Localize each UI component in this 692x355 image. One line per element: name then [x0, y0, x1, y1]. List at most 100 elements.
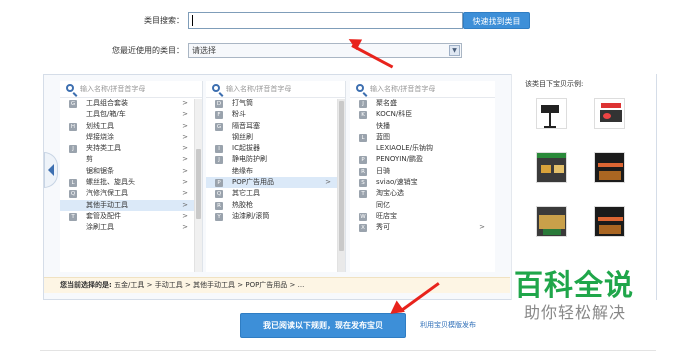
recent-category-select[interactable]: 请选择 ▼ — [188, 43, 462, 58]
letter-index-badge: T — [69, 212, 77, 221]
category-list-item[interactable]: 绝缘布 — [206, 166, 345, 177]
category-list-item[interactable]: LEXIAOLE/乐钠钩 — [350, 143, 495, 154]
example-product-image — [594, 206, 625, 237]
category-list-item[interactable]: P POP广告用品 > — [206, 177, 345, 189]
category-label: 涂刷工具 — [86, 223, 114, 232]
template-publish-link[interactable]: 利用宝贝模版发布 — [420, 320, 476, 330]
category-label: 剪 — [86, 155, 93, 164]
category-list-item[interactable]: Q 汽修汽保工具 > — [60, 188, 202, 199]
category-column-1[interactable]: 输入名称/拼音首字母 G 工具组合套装 > 工具包/箱/车 > H 划线工具 > 焊接烧涂 > J 夹… — [60, 81, 203, 272]
category-list-item[interactable]: G 隔音耳塞 — [206, 121, 345, 132]
category-list-item[interactable]: T 套管及配件 > — [60, 211, 202, 222]
chevron-left-icon — [48, 164, 54, 176]
category-list-item[interactable]: G 工具组合套装 > — [60, 98, 202, 109]
category-list-item[interactable]: 涂刷工具 > — [60, 222, 202, 233]
category-list-item[interactable]: L 蓝图 — [350, 132, 495, 143]
category-label: 粉斗 — [232, 110, 246, 119]
selection-breadcrumb: 您当前选择的是: 五金/工具 > 手动工具 > 其他手动工具 > POP广告用品… — [60, 278, 304, 292]
example-product-image — [536, 206, 567, 237]
category-list-item[interactable]: H 划线工具 > — [60, 121, 202, 132]
recent-category-label: 您最近使用的类目： — [112, 46, 184, 55]
letter-index-badge: F — [215, 111, 223, 120]
column-1-search[interactable]: 输入名称/拼音首字母 — [60, 81, 202, 98]
category-list-item[interactable]: 同亿 — [350, 200, 495, 211]
letter-index-badge: T — [359, 190, 367, 199]
chevron-right-icon: > — [182, 144, 188, 153]
category-label: 蓝图 — [376, 132, 390, 141]
category-list-item[interactable]: 锯和锯条 > — [60, 166, 202, 177]
chevron-right-icon: > — [182, 121, 188, 130]
category-list-item[interactable]: 剪 > — [60, 154, 202, 165]
category-list-item[interactable]: 快播 — [350, 121, 495, 132]
category-label: 焊接烧涂 — [86, 132, 114, 141]
letter-index-badge: R — [359, 167, 367, 176]
category-list-item[interactable]: T 淘宝心选 — [350, 188, 495, 199]
category-label: 工具包/箱/车 — [86, 110, 126, 119]
chevron-right-icon: > — [325, 178, 331, 187]
category-list-item[interactable]: J 夹持类工具 > — [60, 143, 202, 154]
letter-index-badge: J — [359, 100, 367, 108]
chevron-down-icon[interactable]: ▼ — [449, 45, 460, 56]
category-list-item[interactable]: J 静电防护刷 — [206, 154, 345, 165]
letter-index-badge: P — [359, 156, 367, 165]
category-label: 螺丝批、旋具头 — [86, 178, 135, 187]
category-list-item[interactable]: R 日骑 — [350, 166, 495, 177]
breadcrumb-prefix: 您当前选择的是: — [60, 281, 112, 289]
category-label: 划线工具 — [86, 121, 114, 130]
watermark-title: 百科全说 — [514, 268, 635, 302]
letter-index-badge: Y — [215, 212, 223, 221]
category-list-item[interactable]: D 打气筒 — [206, 98, 345, 109]
letter-index-badge: J — [69, 145, 77, 154]
category-label: 夹持类工具 — [86, 144, 121, 153]
category-list-item[interactable]: I IC起拔器 — [206, 143, 345, 154]
column-1-placeholder: 输入名称/拼音首字母 — [80, 85, 146, 93]
publish-button[interactable]: 我已阅读以下规则，现在发布宝贝 — [240, 313, 406, 338]
example-product-image — [536, 98, 567, 129]
category-list-item[interactable]: 焊接烧涂 > — [60, 132, 202, 143]
category-label: sviao/速销宝 — [376, 178, 418, 187]
category-label: 打气筒 — [232, 99, 253, 107]
category-list-item[interactable]: Y 油漆刷/滚筒 — [206, 211, 345, 222]
example-product-image — [594, 98, 625, 129]
category-list-item[interactable]: 其他手动工具 > — [60, 199, 202, 211]
category-column-2[interactable]: 输入名称/拼音首字母 D 打气筒 F 粉斗 G 隔音耳塞 钢丝刷 I IC起拔器 J 静电防护刷 绝缘… — [206, 81, 346, 272]
breadcrumb-path: 五金/工具 > 手动工具 > 其他手动工具 > POP广告用品 > ... — [114, 281, 305, 289]
category-list-item[interactable]: F 粉斗 — [206, 109, 345, 120]
category-label: 其他手动工具 — [86, 200, 128, 209]
category-list-item[interactable]: W 旺店宝 — [350, 211, 495, 222]
category-label: 秀可 — [376, 223, 390, 232]
letter-index-badge: J — [215, 156, 223, 165]
category-list-item[interactable]: K KOCN/科臣 — [350, 109, 495, 120]
category-list-item[interactable]: 钢丝刷 — [206, 132, 345, 143]
category-list-item[interactable]: X 秀可 > — [350, 222, 495, 233]
category-list-item[interactable]: 工具包/箱/车 > — [60, 109, 202, 120]
category-list-item[interactable]: L 螺丝批、旋具头 > — [60, 177, 202, 188]
category-label: 淘宝心选 — [376, 189, 404, 198]
letter-index-badge: H — [69, 122, 77, 131]
letter-index-badge: L — [359, 133, 367, 142]
letter-index-badge: I — [215, 145, 223, 154]
column-2-scrollbar[interactable] — [337, 99, 345, 272]
category-list-item[interactable]: Q 其它工具 — [206, 188, 345, 199]
scrollbar-thumb[interactable] — [339, 101, 344, 251]
category-list-item[interactable]: J 聚名盛 — [350, 98, 495, 109]
category-search-input[interactable] — [188, 12, 463, 29]
category-label: KOCN/科臣 — [376, 110, 413, 119]
letter-index-badge: S — [359, 179, 367, 188]
letter-index-badge: R — [215, 201, 223, 210]
column-2-search[interactable]: 输入名称/拼音首字母 — [206, 81, 345, 98]
search-icon — [66, 84, 74, 92]
quick-find-button[interactable]: 快速找到类目 — [463, 12, 530, 29]
letter-index-badge: W — [359, 212, 367, 221]
category-label: 热胶枪 — [232, 200, 253, 209]
column-3-search[interactable]: 输入名称/拼音首字母 — [350, 81, 495, 98]
category-list-item[interactable]: Ssviao/速销宝 — [350, 177, 495, 188]
column-1-scrollbar[interactable] — [194, 99, 202, 272]
watermark-subtitle: 助你轻松解决 — [524, 303, 627, 322]
scrollbar-thumb[interactable] — [196, 149, 201, 219]
category-list-item[interactable]: P PENOYIN/鹏盈 — [350, 154, 495, 165]
category-column-3[interactable]: 输入名称/拼音首字母 J 聚名盛 K KOCN/科臣 快播 L 蓝图 LEXIAOLE/乐钠钩… — [350, 81, 495, 272]
recent-category-value: 请选择 — [192, 46, 216, 55]
category-list-item[interactable]: R 热胶枪 — [206, 200, 345, 211]
category-label: 锯和锯条 — [86, 166, 114, 175]
